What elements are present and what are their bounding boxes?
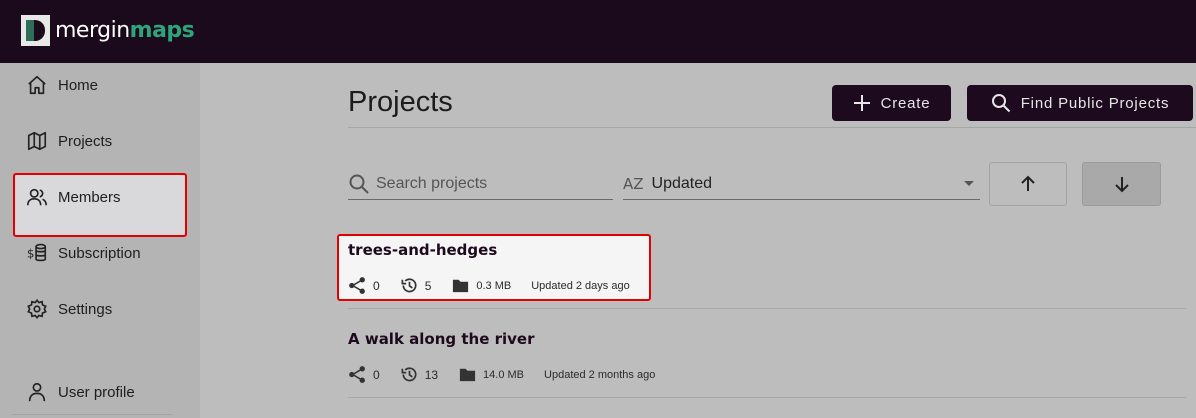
updated-time: Updated 2 months ago: [544, 368, 656, 381]
folder-icon: [453, 279, 469, 293]
history-icon: [401, 278, 417, 293]
map-icon: [27, 131, 47, 151]
sidebar: Home Projects Members $ Subscription Set…: [0, 63, 200, 418]
sort-descending-button[interactable]: [1082, 162, 1161, 206]
chevron-down-icon[interactable]: [964, 181, 974, 186]
shared-count: 0: [348, 276, 380, 295]
logo-text: merginmaps: [55, 18, 195, 43]
row-divider: [348, 397, 1186, 398]
arrow-down-icon: [1114, 177, 1129, 193]
users-icon: [27, 188, 47, 206]
versions-count: 13: [400, 365, 438, 384]
sidebar-item-home[interactable]: Home: [26, 74, 98, 96]
plus-icon: [853, 95, 870, 111]
sidebar-item-members[interactable]: Members: [26, 186, 121, 208]
project-name[interactable]: A walk along the river: [348, 330, 655, 348]
project-name[interactable]: trees-and-hedges: [348, 241, 630, 259]
sidebar-item-user-profile[interactable]: User profile: [26, 381, 135, 403]
search-placeholder: Search projects: [376, 174, 488, 192]
folder-icon: [459, 368, 476, 382]
project-item[interactable]: trees-and-hedges 0 5 0.3 MB Updated 2 da…: [348, 241, 630, 295]
coins-icon: $: [27, 243, 47, 262]
sort-ascending-button[interactable]: [989, 162, 1067, 206]
sort-select[interactable]: AZ Updated: [623, 168, 980, 200]
top-bar: merginmaps: [0, 0, 1196, 63]
project-size: 14.0 MB: [458, 365, 524, 384]
gear-icon: [27, 298, 47, 320]
share-icon: [349, 366, 365, 383]
create-button[interactable]: Create: [832, 85, 951, 121]
arrow-up-icon: [1021, 175, 1035, 191]
create-button-label: Create: [880, 94, 931, 112]
search-input[interactable]: Search projects: [348, 168, 613, 200]
page-title: Projects: [348, 86, 453, 118]
logo-mark-icon: [21, 15, 50, 46]
user-icon: [28, 382, 46, 402]
sidebar-divider: [12, 414, 172, 415]
logo[interactable]: merginmaps: [21, 15, 195, 46]
project-size: 0.3 MB: [451, 276, 511, 295]
share-icon: [349, 277, 365, 294]
project-item[interactable]: A walk along the river 0 13 14.0 MB Upda…: [348, 330, 655, 384]
sort-value: Updated: [651, 174, 713, 192]
sort-az-icon: AZ: [623, 174, 644, 193]
history-icon: [401, 367, 417, 382]
sidebar-item-label: Settings: [58, 300, 113, 318]
home-icon: [28, 75, 46, 95]
find-public-projects-label: Find Public Projects: [1020, 94, 1170, 112]
find-public-projects-button[interactable]: Find Public Projects: [967, 85, 1193, 121]
sidebar-item-label: Home: [58, 76, 99, 94]
versions-count: 5: [400, 276, 431, 295]
sidebar-item-label: User profile: [58, 383, 135, 401]
project-meta: 0 13 14.0 MB Updated 2 months ago: [348, 365, 655, 384]
sidebar-item-label: Subscription: [58, 244, 141, 262]
search-icon: [349, 174, 369, 194]
sidebar-item-label: Members: [58, 188, 121, 206]
search-icon: [991, 94, 1010, 113]
shared-count: 0: [348, 365, 380, 384]
title-divider: [348, 127, 1196, 128]
sidebar-item-label: Projects: [58, 132, 113, 150]
sidebar-item-projects[interactable]: Projects: [26, 130, 112, 152]
svg-text:$: $: [27, 247, 35, 261]
sidebar-item-settings[interactable]: Settings: [26, 298, 112, 320]
updated-time: Updated 2 days ago: [531, 279, 630, 292]
row-divider: [348, 308, 1186, 309]
sidebar-item-subscription[interactable]: $ Subscription: [26, 242, 141, 264]
project-meta: 0 5 0.3 MB Updated 2 days ago: [348, 276, 630, 295]
